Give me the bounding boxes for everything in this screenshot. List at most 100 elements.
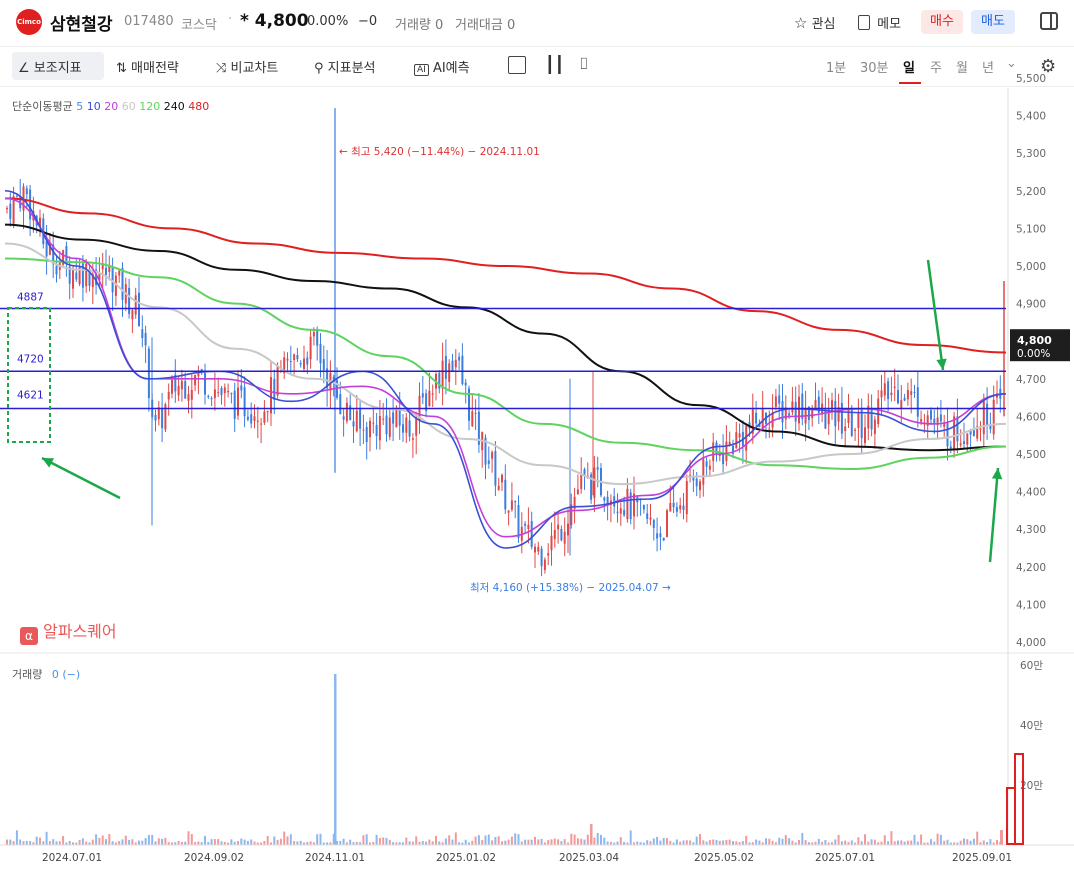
volume-bar: [22, 841, 25, 845]
volume-bar: [936, 833, 939, 845]
volume-bar: [111, 841, 114, 845]
volume-bar: [768, 838, 771, 845]
candle-body: [494, 451, 497, 486]
tf-1min[interactable]: 1분: [826, 57, 846, 76]
candle-body: [118, 270, 121, 276]
strategy-button[interactable]: ⇅ 매매전략: [116, 57, 179, 76]
volume-bar: [639, 842, 642, 845]
candle-body: [52, 244, 55, 265]
sell-button[interactable]: 매도: [971, 10, 1015, 34]
volume-bar: [778, 837, 781, 845]
volume-bar: [827, 842, 830, 845]
ai-label: AI예측: [432, 61, 470, 76]
volume-bar: [279, 838, 282, 845]
candle-body: [306, 357, 309, 365]
candle-body: [930, 410, 932, 420]
candle-body: [147, 348, 150, 399]
candle-body: [378, 415, 381, 441]
chevron-down-icon[interactable]: ⌄: [1006, 56, 1017, 71]
candle-body: [184, 381, 187, 399]
price-chart[interactable]: 488747204621 5,5005,4005,3005,2005,1005,…: [0, 0, 1074, 873]
volume-bar: [735, 841, 738, 845]
candle-body: [982, 398, 985, 435]
candle-body: [194, 374, 197, 386]
tf-30min[interactable]: 30분: [860, 57, 889, 76]
candlestick-icon[interactable]: ┃┃: [545, 55, 564, 74]
square-draw-icon[interactable]: [508, 56, 526, 74]
candle-body: [487, 460, 490, 464]
volume-bar: [319, 833, 322, 845]
volume-bar: [834, 839, 837, 845]
stock-name[interactable]: 삼현철강: [50, 10, 113, 35]
watch-button[interactable]: ☆ 관심: [794, 13, 836, 32]
volume-bar: [761, 842, 764, 845]
candle-body: [890, 392, 893, 396]
current-price-tag-pct: 0.00%: [1017, 348, 1050, 360]
camera-icon[interactable]: ⌷: [579, 54, 589, 74]
candle-body: [926, 415, 929, 426]
candle-body: [322, 359, 325, 370]
candle-body: [530, 521, 533, 547]
volume-bar: [75, 842, 78, 845]
volume-bar: [916, 841, 919, 845]
tf-day[interactable]: 일: [903, 57, 915, 76]
volume-bar: [25, 840, 28, 845]
candle-body: [293, 354, 296, 361]
candle-body: [276, 366, 279, 396]
volume-bar: [989, 839, 992, 845]
volume-bar: [273, 836, 276, 845]
candle-body: [659, 533, 662, 538]
volume-bar: [943, 840, 946, 845]
volume-bar: [402, 842, 404, 845]
tf-year[interactable]: 년: [982, 57, 994, 76]
volume-bar: [745, 835, 748, 845]
candle-body: [402, 424, 404, 433]
volume-bar: [42, 841, 45, 845]
gear-icon[interactable]: ⚙: [1040, 56, 1056, 77]
memo-button[interactable]: 메모: [858, 13, 901, 32]
volume-bar: [276, 839, 279, 845]
candle-body: [570, 504, 573, 526]
volume-bar: [246, 840, 249, 845]
price-tick-label: 5,100: [1016, 223, 1046, 235]
volume-bar: [398, 842, 401, 845]
volume-bar: [890, 831, 893, 845]
volume-bar: [992, 842, 995, 845]
volume-bar: [6, 839, 8, 845]
tf-week[interactable]: 주: [930, 57, 942, 76]
volume-bar: [497, 836, 500, 845]
candle-body: [669, 502, 672, 512]
price-tick-label: 5,400: [1016, 111, 1046, 123]
candle-body: [441, 360, 444, 389]
tf-month[interactable]: 월: [956, 57, 968, 76]
volume-bar: [332, 833, 335, 845]
volume-bar: [157, 838, 160, 845]
volume-bar: [194, 842, 197, 845]
compare-button[interactable]: ⤨ 비교차트: [216, 57, 278, 76]
ma-legend[interactable]: 단순이동평균 5 10 20 60 120 240 480: [12, 98, 209, 114]
candle-body: [639, 498, 642, 501]
volume-bar: [530, 839, 533, 845]
volume-bar: [1000, 830, 1003, 845]
volume-bar: [520, 841, 523, 845]
volume-bar: [880, 841, 883, 845]
ma-line-480: [4, 197, 1007, 354]
volume-bar: [253, 841, 256, 845]
side-panel-icon[interactable]: [1040, 12, 1058, 30]
pattern-label: 지표분석: [327, 61, 376, 76]
ai-button[interactable]: AI AI예측: [414, 57, 470, 76]
candle-body: [190, 390, 193, 400]
star-icon: ☆: [794, 14, 808, 32]
buy-button[interactable]: 매수: [921, 10, 963, 34]
volume-bar: [534, 836, 536, 845]
volume-bar: [58, 841, 61, 845]
pattern-button[interactable]: ⚲ 지표분석: [314, 57, 376, 76]
volume-bar: [629, 830, 632, 845]
volume-bar: [88, 842, 91, 845]
volume-bar: [718, 840, 721, 845]
volume-bar: [573, 834, 576, 845]
volume-bar: [322, 842, 325, 845]
volume-bar: [738, 842, 741, 845]
indicator-button[interactable]: ∠ 보조지표: [18, 57, 82, 76]
volume-bar: [959, 840, 962, 845]
